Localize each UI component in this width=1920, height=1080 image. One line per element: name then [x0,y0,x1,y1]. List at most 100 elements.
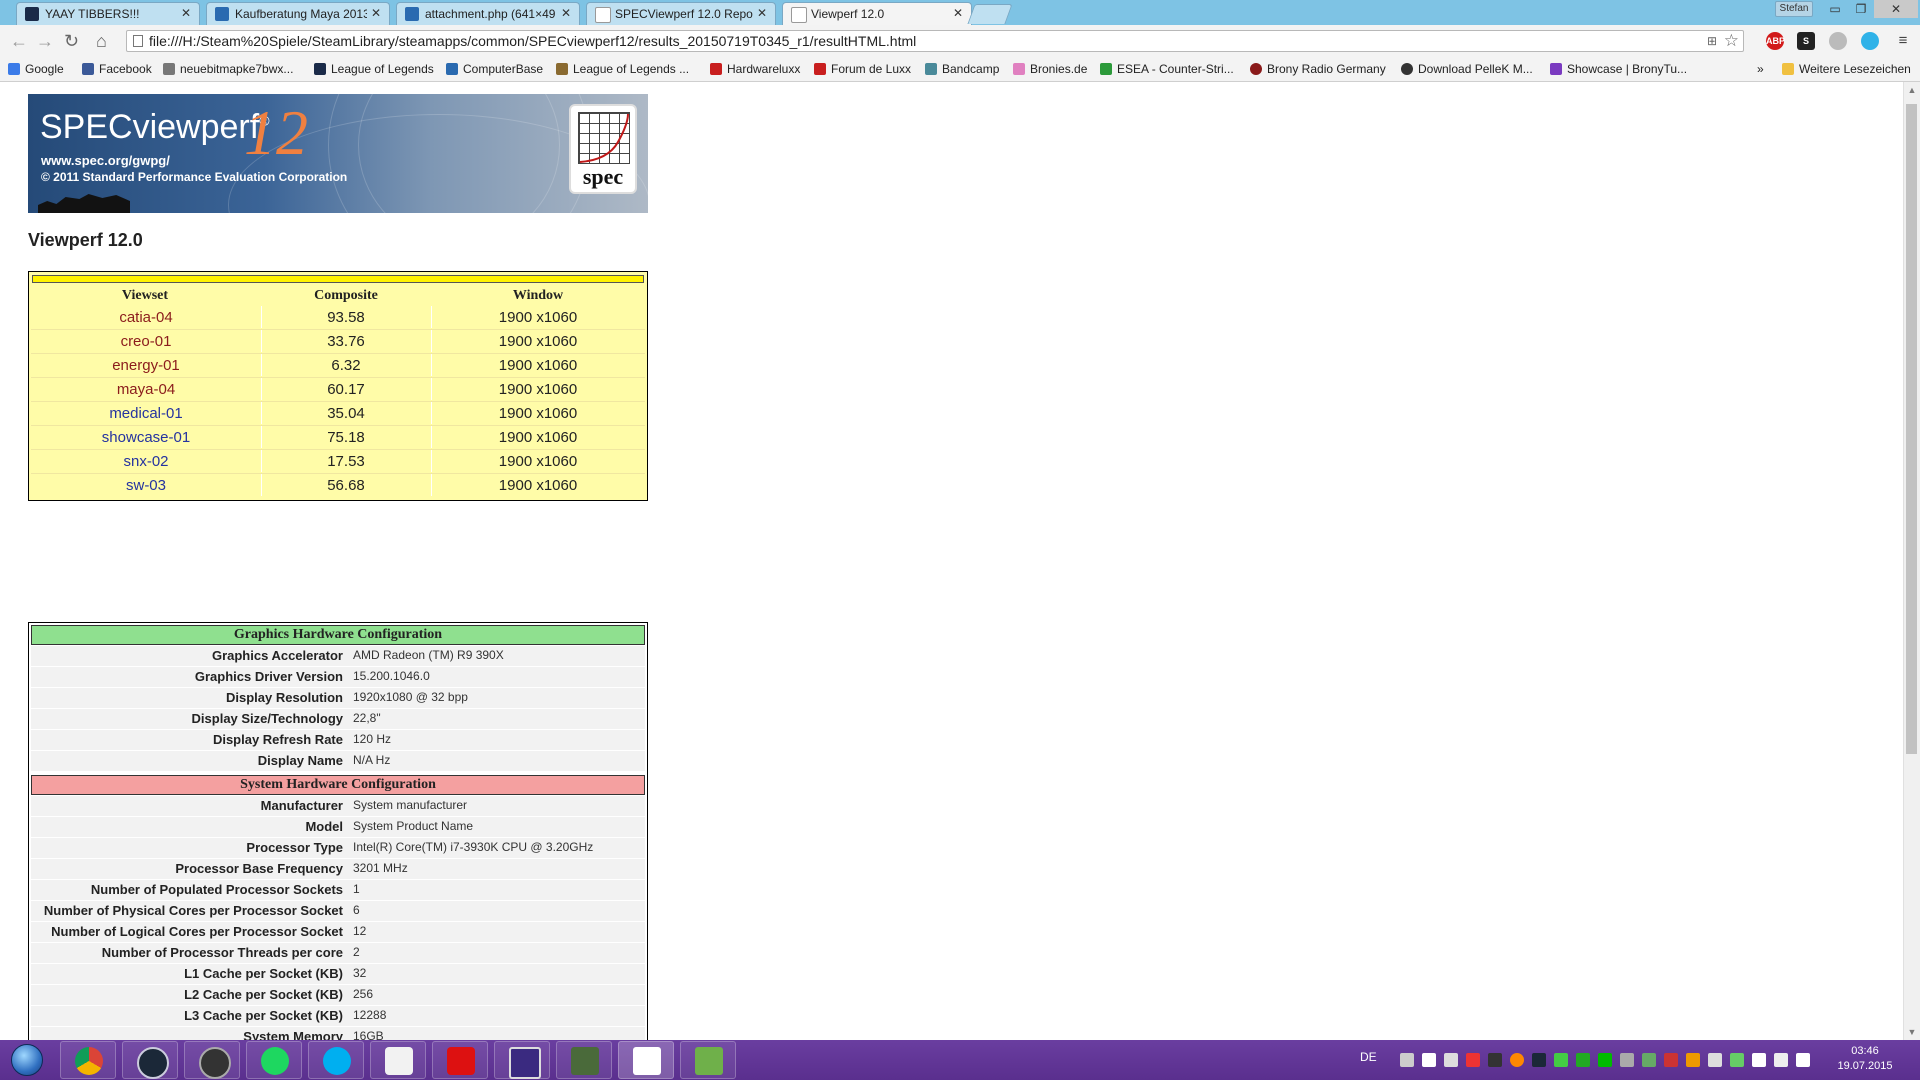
taskbar-app[interactable] [122,1041,178,1079]
viewset-link[interactable]: creo-01 [31,333,261,350]
config-label: Number of Physical Cores per Processor S… [43,903,343,918]
taskbar-app[interactable] [246,1041,302,1079]
tray-app-icon[interactable] [1664,1053,1678,1067]
spec-logo-curve [579,113,629,163]
address-bar[interactable]: file:///H:/Steam%20Spiele/SteamLibrary/s… [126,30,1744,52]
bookmark-pellek[interactable]: Download PelleK M... [1401,62,1533,76]
close-icon[interactable]: ✕ [953,6,963,20]
bookmark-esea[interactable]: ESEA - Counter-Stri... [1100,62,1234,76]
viewset-link[interactable]: medical-01 [31,405,261,422]
page-title: Viewperf 12.0 [28,230,143,250]
extension-s-icon[interactable]: S [1797,32,1815,50]
viewset-link[interactable]: showcase-01 [31,429,261,446]
url-text[interactable]: file:///H:/Steam%20Spiele/SteamLibrary/s… [149,33,916,49]
tray-app-icon[interactable] [1488,1053,1502,1067]
viewset-link[interactable]: snx-02 [31,453,261,470]
tab-attachment[interactable]: attachment.php (641×49 ✕ [396,2,580,25]
bookmark-league-2[interactable]: League of Legends ... [556,62,689,76]
taskbar-app[interactable] [432,1041,488,1079]
tab-title: SPECViewperf 12.0 Report [615,7,753,21]
config-row: Processor Type Intel(R) Core(TM) i7-3930K… [31,838,645,859]
network-icon[interactable] [1752,1053,1766,1067]
language-indicator[interactable]: DE [1360,1050,1377,1064]
bookmark-bronytunes[interactable]: Showcase | BronyTu... [1550,62,1687,76]
vertical-scrollbar[interactable]: ▲ ▼ [1903,82,1920,1040]
tab-kaufberatung[interactable]: Kaufberatung Maya 2013 ✕ [206,2,390,25]
bookmark-computerbase[interactable]: ComputerBase [446,62,543,76]
bookmark-facebook[interactable]: Facebook [82,62,152,76]
bookmarks-overflow-icon[interactable]: » [1757,62,1764,76]
taskbar-app[interactable] [308,1041,364,1079]
home-icon[interactable]: ⌂ [96,31,107,51]
clock[interactable]: 03:46 19.07.2015 [1835,1044,1895,1074]
close-icon[interactable]: ✕ [181,6,191,20]
scroll-down-icon[interactable]: ▼ [1904,1024,1920,1040]
viewset-link[interactable]: catia-04 [31,309,261,326]
graphics-config-header: Graphics Hardware Configuration [31,625,645,645]
forward-icon[interactable]: → [36,31,54,51]
scroll-up-icon[interactable]: ▲ [1904,82,1920,98]
extension-gray-icon[interactable] [1829,32,1847,50]
tray-app-icon[interactable] [1422,1053,1436,1067]
volume-icon[interactable] [1774,1053,1788,1067]
tray-arrow-icon[interactable] [1400,1053,1414,1067]
tray-app-icon[interactable] [1686,1053,1700,1067]
viewset-link[interactable]: sw-03 [31,477,261,494]
scroll-thumb[interactable] [1906,104,1917,754]
minimize-icon[interactable]: ▭ [1822,0,1848,18]
close-icon[interactable]: ✕ [561,6,571,20]
tray-app-icon[interactable] [1554,1053,1568,1067]
config-label: Number of Processor Threads per core [101,945,343,960]
star-icon[interactable]: ☆ [1724,31,1739,51]
translate-icon[interactable]: ⊞ [1707,34,1717,48]
tab-title: Kaufberatung Maya 2013 [235,7,367,21]
taskbar-app[interactable] [370,1041,426,1079]
tray-app-icon[interactable] [1642,1053,1656,1067]
tray-app-icon[interactable] [1730,1053,1744,1067]
taskbar-app[interactable] [184,1041,240,1079]
tab-specviewperf-report[interactable]: SPECViewperf 12.0 Report ✕ [586,2,776,25]
profile-button[interactable]: Stefan [1775,1,1813,17]
reload-icon[interactable]: ↻ [64,31,79,51]
viewset-link[interactable]: energy-01 [31,357,261,374]
tab-viewperf[interactable]: Viewperf 12.0 ✕ [782,2,972,25]
back-icon[interactable]: ← [10,31,28,51]
viewset-link[interactable]: maya-04 [31,381,261,398]
tab-yaay-tibbers[interactable]: YAAY TIBBERS!!! ✕ [16,2,200,25]
bookmark-neuebitmap[interactable]: neuebitmapke7bwx... [163,62,293,76]
bookmark-google[interactable]: Google [8,62,64,76]
tray-app-icon[interactable] [1708,1053,1722,1067]
adblock-icon[interactable]: ABP [1766,32,1785,50]
tray-app-icon[interactable] [1598,1053,1612,1067]
close-icon[interactable]: ✕ [371,6,381,20]
bookmark-brony-radio[interactable]: Brony Radio Germany [1250,62,1386,76]
bookmark-bronies[interactable]: Bronies.de [1013,62,1087,76]
taskbar-app[interactable] [494,1041,550,1079]
flag-icon[interactable] [1796,1053,1810,1067]
bookmark-bandcamp[interactable]: Bandcamp [925,62,999,76]
taskbar-app[interactable] [556,1041,612,1079]
taskbar-app[interactable] [680,1041,736,1079]
computerbase-icon [446,63,458,75]
menu-icon[interactable]: ≡ [1894,32,1912,50]
steam-icon [137,1047,169,1079]
tray-app-icon[interactable] [1444,1053,1458,1067]
bookmark-hardwareluxx[interactable]: Hardwareluxx [710,62,800,76]
config-row: Number of Physical Cores per Processor S… [31,901,645,922]
tray-app-icon[interactable] [1576,1053,1590,1067]
taskbar-app[interactable] [60,1041,116,1079]
bookmark-forum-de-luxx[interactable]: Forum de Luxx [814,62,911,76]
extension-blue-icon[interactable] [1861,32,1879,50]
restore-icon[interactable]: ❐ [1848,0,1874,18]
steam-icon[interactable] [1532,1053,1546,1067]
taskbar-app-active[interactable] [618,1041,674,1079]
new-tab-button[interactable] [967,4,1013,24]
bookmark-league[interactable]: League of Legends [314,62,434,76]
tray-app-icon[interactable] [1510,1053,1524,1067]
tray-app-icon[interactable] [1466,1053,1480,1067]
other-bookmarks[interactable]: Weitere Lesezeichen [1782,62,1911,76]
tray-app-icon[interactable] [1620,1053,1634,1067]
start-button[interactable] [4,1042,50,1078]
window-close-icon[interactable]: ✕ [1874,0,1918,18]
close-icon[interactable]: ✕ [757,6,767,20]
